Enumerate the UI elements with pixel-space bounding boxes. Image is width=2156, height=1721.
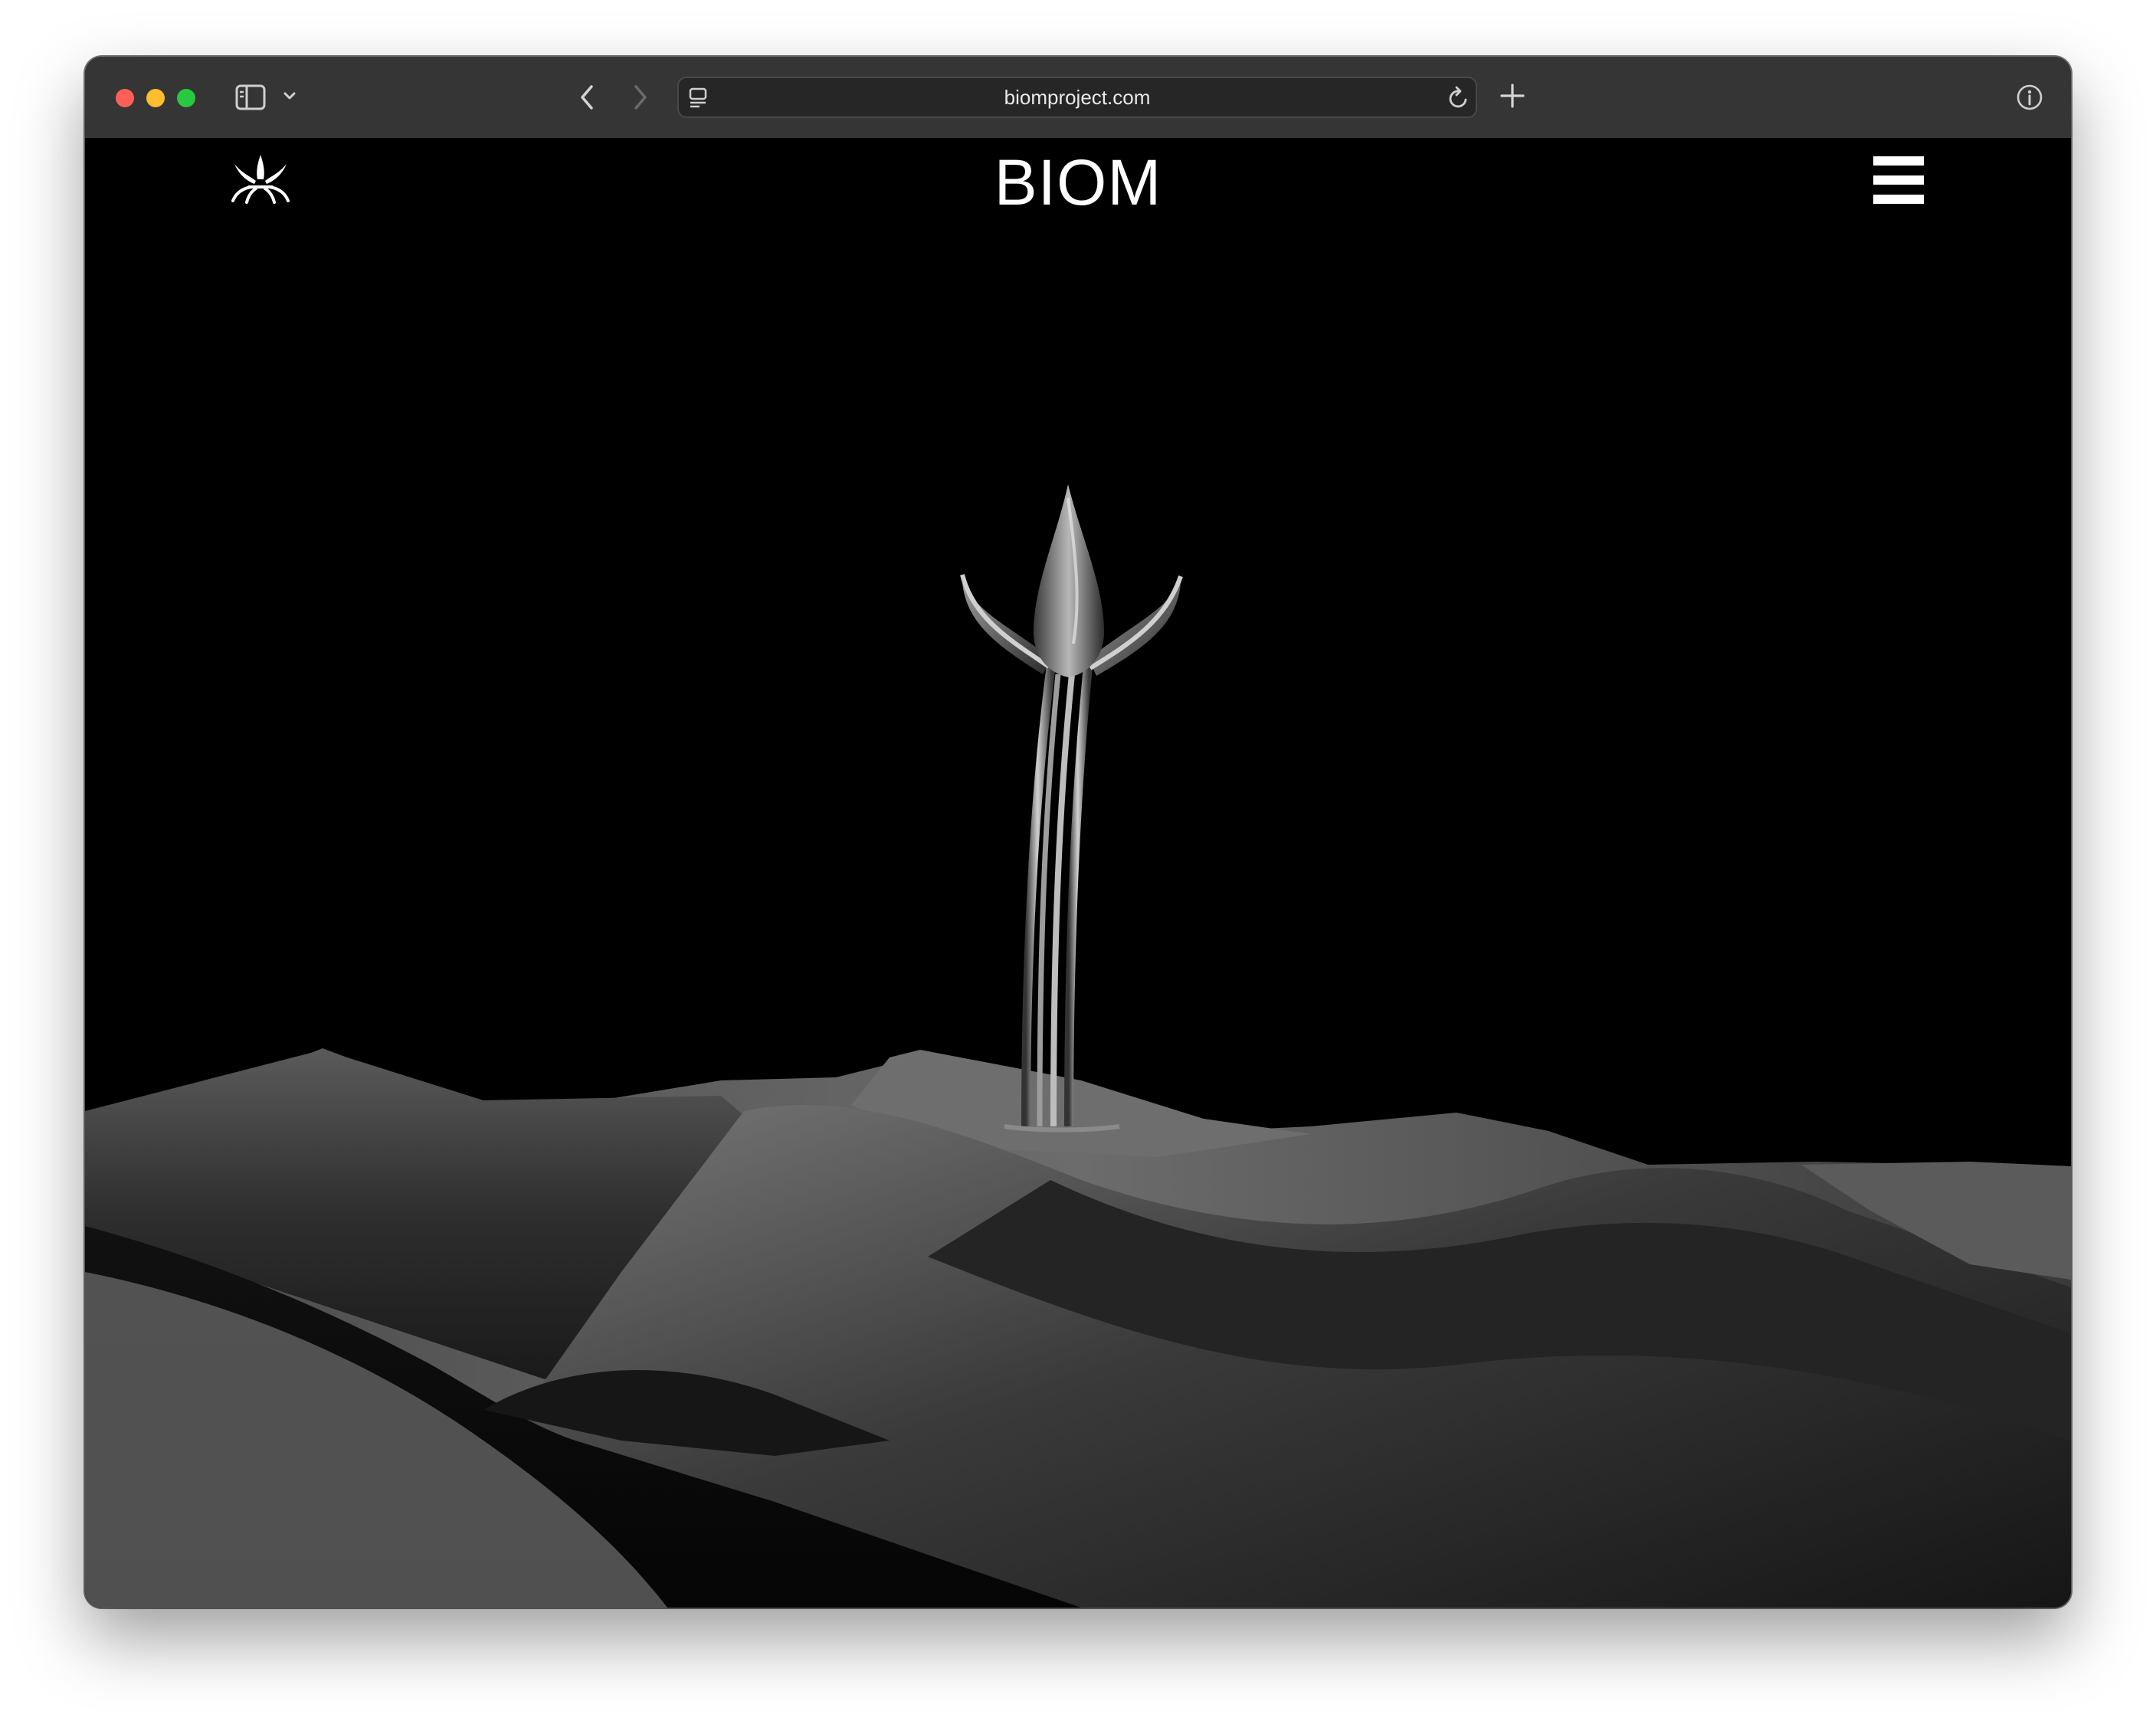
minimize-window-button[interactable] [146,89,165,107]
zoom-window-button[interactable] [177,89,195,107]
back-button[interactable] [577,83,597,112]
plus-icon[interactable] [1499,83,1525,109]
close-window-button[interactable] [116,89,134,107]
info-icon[interactable] [2016,84,2043,111]
browser-toolbar: biomproject.com [85,57,2071,139]
menu-bar-middle [1873,175,1924,185]
forward-button[interactable] [631,83,650,112]
site-header: BIOM [85,138,2071,230]
url-text[interactable]: biomproject.com [679,78,1476,116]
plant-sculpture [960,484,1183,1133]
hero-desert-image [85,484,2071,1608]
sidebar-icon[interactable] [235,84,266,110]
site-title[interactable]: BIOM [85,144,2071,221]
chevron-right-icon [634,85,647,110]
chevron-down-icon[interactable] [283,90,297,101]
browser-window: biomproject.com BIOM [85,57,2071,1608]
menu-bar-top [1873,156,1924,166]
menu-bar-bottom [1873,195,1924,204]
hamburger-menu-icon[interactable] [1873,156,1924,204]
chevron-left-icon [581,85,593,110]
address-bar[interactable]: biomproject.com [677,77,1477,118]
reload-icon[interactable] [1447,86,1470,110]
web-page: BIOM [85,138,2071,1608]
